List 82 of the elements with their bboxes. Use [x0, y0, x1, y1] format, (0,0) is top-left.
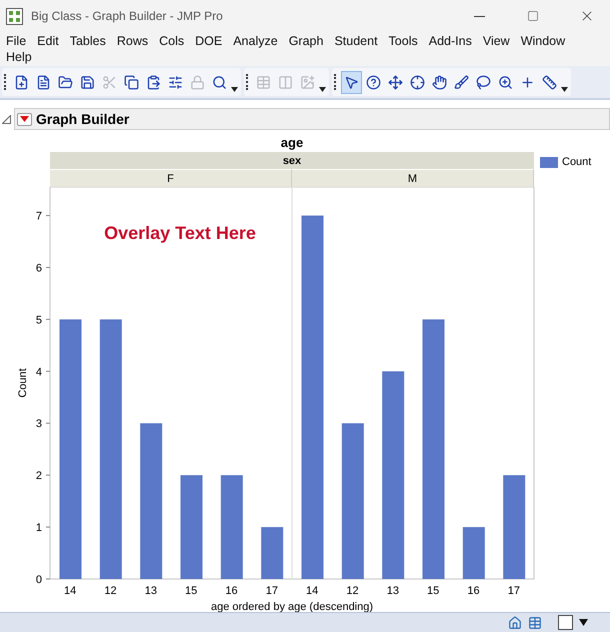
sliders-icon — [168, 74, 183, 90]
pointer-button[interactable] — [341, 70, 362, 94]
legend-label: Count — [562, 156, 592, 168]
save-icon — [80, 74, 95, 90]
report-title: Graph Builder — [36, 111, 130, 127]
caret-icon[interactable] — [561, 87, 568, 92]
y-tick-label: 2 — [36, 470, 42, 482]
menu-item[interactable]: Rows — [114, 33, 158, 49]
help-icon — [366, 74, 381, 90]
y-tick-label: 3 — [36, 418, 42, 430]
maximize-icon — [527, 10, 539, 22]
app-logo-icon — [6, 8, 23, 24]
caret-icon — [20, 116, 29, 122]
menu-item[interactable]: Student — [332, 33, 387, 49]
brush-icon — [454, 74, 469, 90]
menu-item[interactable]: Analyze — [231, 33, 287, 49]
corner-triangle-icon[interactable] — [2, 114, 11, 124]
x-tick-label: 15 — [427, 585, 440, 597]
x-axis-label: age ordered by age (descending) — [210, 601, 374, 612]
move-icon — [388, 74, 403, 90]
caret-icon[interactable] — [231, 87, 238, 92]
y-tick-label: 5 — [36, 314, 42, 326]
copy-icon — [124, 74, 139, 90]
y-tick-label: 1 — [36, 522, 42, 534]
home-icon[interactable] — [508, 616, 522, 630]
y-tick-label: 0 — [36, 574, 42, 586]
x-tick-label: 17 — [266, 585, 278, 597]
y-tick-label: 7 — [36, 210, 42, 223]
menu-item[interactable]: Help — [4, 49, 41, 65]
crosshair-icon — [410, 74, 425, 90]
x-tick-label: 15 — [185, 585, 198, 597]
y-tick-label: 4 — [36, 366, 42, 378]
group-header: sex — [50, 152, 534, 169]
search-icon — [212, 74, 227, 90]
x-tick-label: 17 — [508, 585, 520, 597]
x-tick-label: 16 — [467, 585, 480, 597]
menu-item[interactable]: Tools — [386, 33, 427, 49]
x-tick-label: 16 — [225, 585, 238, 597]
menu-item[interactable]: Window — [518, 33, 574, 49]
menu-item[interactable]: View — [480, 33, 519, 49]
x-tick-label: 12 — [346, 585, 359, 597]
panel-header: F — [50, 169, 292, 187]
menu-item[interactable]: Edit — [35, 33, 68, 49]
menu-item[interactable]: Graph — [286, 33, 332, 49]
x-tick-label: 13 — [144, 585, 157, 597]
new-file-icon — [14, 74, 29, 90]
table-icon — [256, 74, 271, 90]
new-script-icon — [36, 74, 51, 90]
y-tick-label: 6 — [36, 262, 42, 274]
hand-icon — [432, 74, 447, 90]
menu-item[interactable]: Add-Ins — [426, 33, 481, 49]
paste-icon — [146, 74, 161, 90]
scissors-icon — [102, 74, 117, 90]
overlay-text: Overlay Text Here — [104, 223, 256, 243]
menu-item[interactable]: Tables — [68, 33, 115, 49]
window-box-icon[interactable] — [558, 615, 573, 630]
x-tick-label: 12 — [104, 585, 117, 597]
y-axis-label: Count — [17, 368, 29, 398]
panel-header: M — [292, 169, 534, 187]
x-tick-label: 13 — [386, 585, 399, 597]
columns-icon — [278, 74, 293, 90]
folder-icon — [58, 74, 73, 90]
x-tick-label: 14 — [64, 585, 76, 597]
caret-icon[interactable] — [579, 619, 588, 626]
window-title: Big Class - Graph Builder - JMP Pro — [31, 9, 224, 23]
graph-title: age — [280, 135, 304, 150]
pointer-icon — [344, 74, 359, 90]
menu-item[interactable]: Cols — [157, 33, 194, 49]
bar — [261, 527, 284, 579]
menu-item[interactable]: DOE — [193, 33, 232, 49]
table-icon[interactable] — [528, 616, 542, 630]
menu-item[interactable]: File — [4, 33, 36, 49]
x-tick-label: 14 — [306, 585, 318, 597]
zoom-in-icon — [498, 74, 513, 90]
ruler-icon — [542, 74, 557, 90]
caret-icon[interactable] — [319, 87, 326, 92]
lock-icon — [190, 74, 205, 90]
plus-icon — [520, 74, 535, 90]
disclosure-button[interactable] — [17, 112, 32, 126]
image-plus-icon — [300, 74, 315, 90]
bar — [462, 527, 485, 579]
lasso-icon — [476, 74, 491, 90]
